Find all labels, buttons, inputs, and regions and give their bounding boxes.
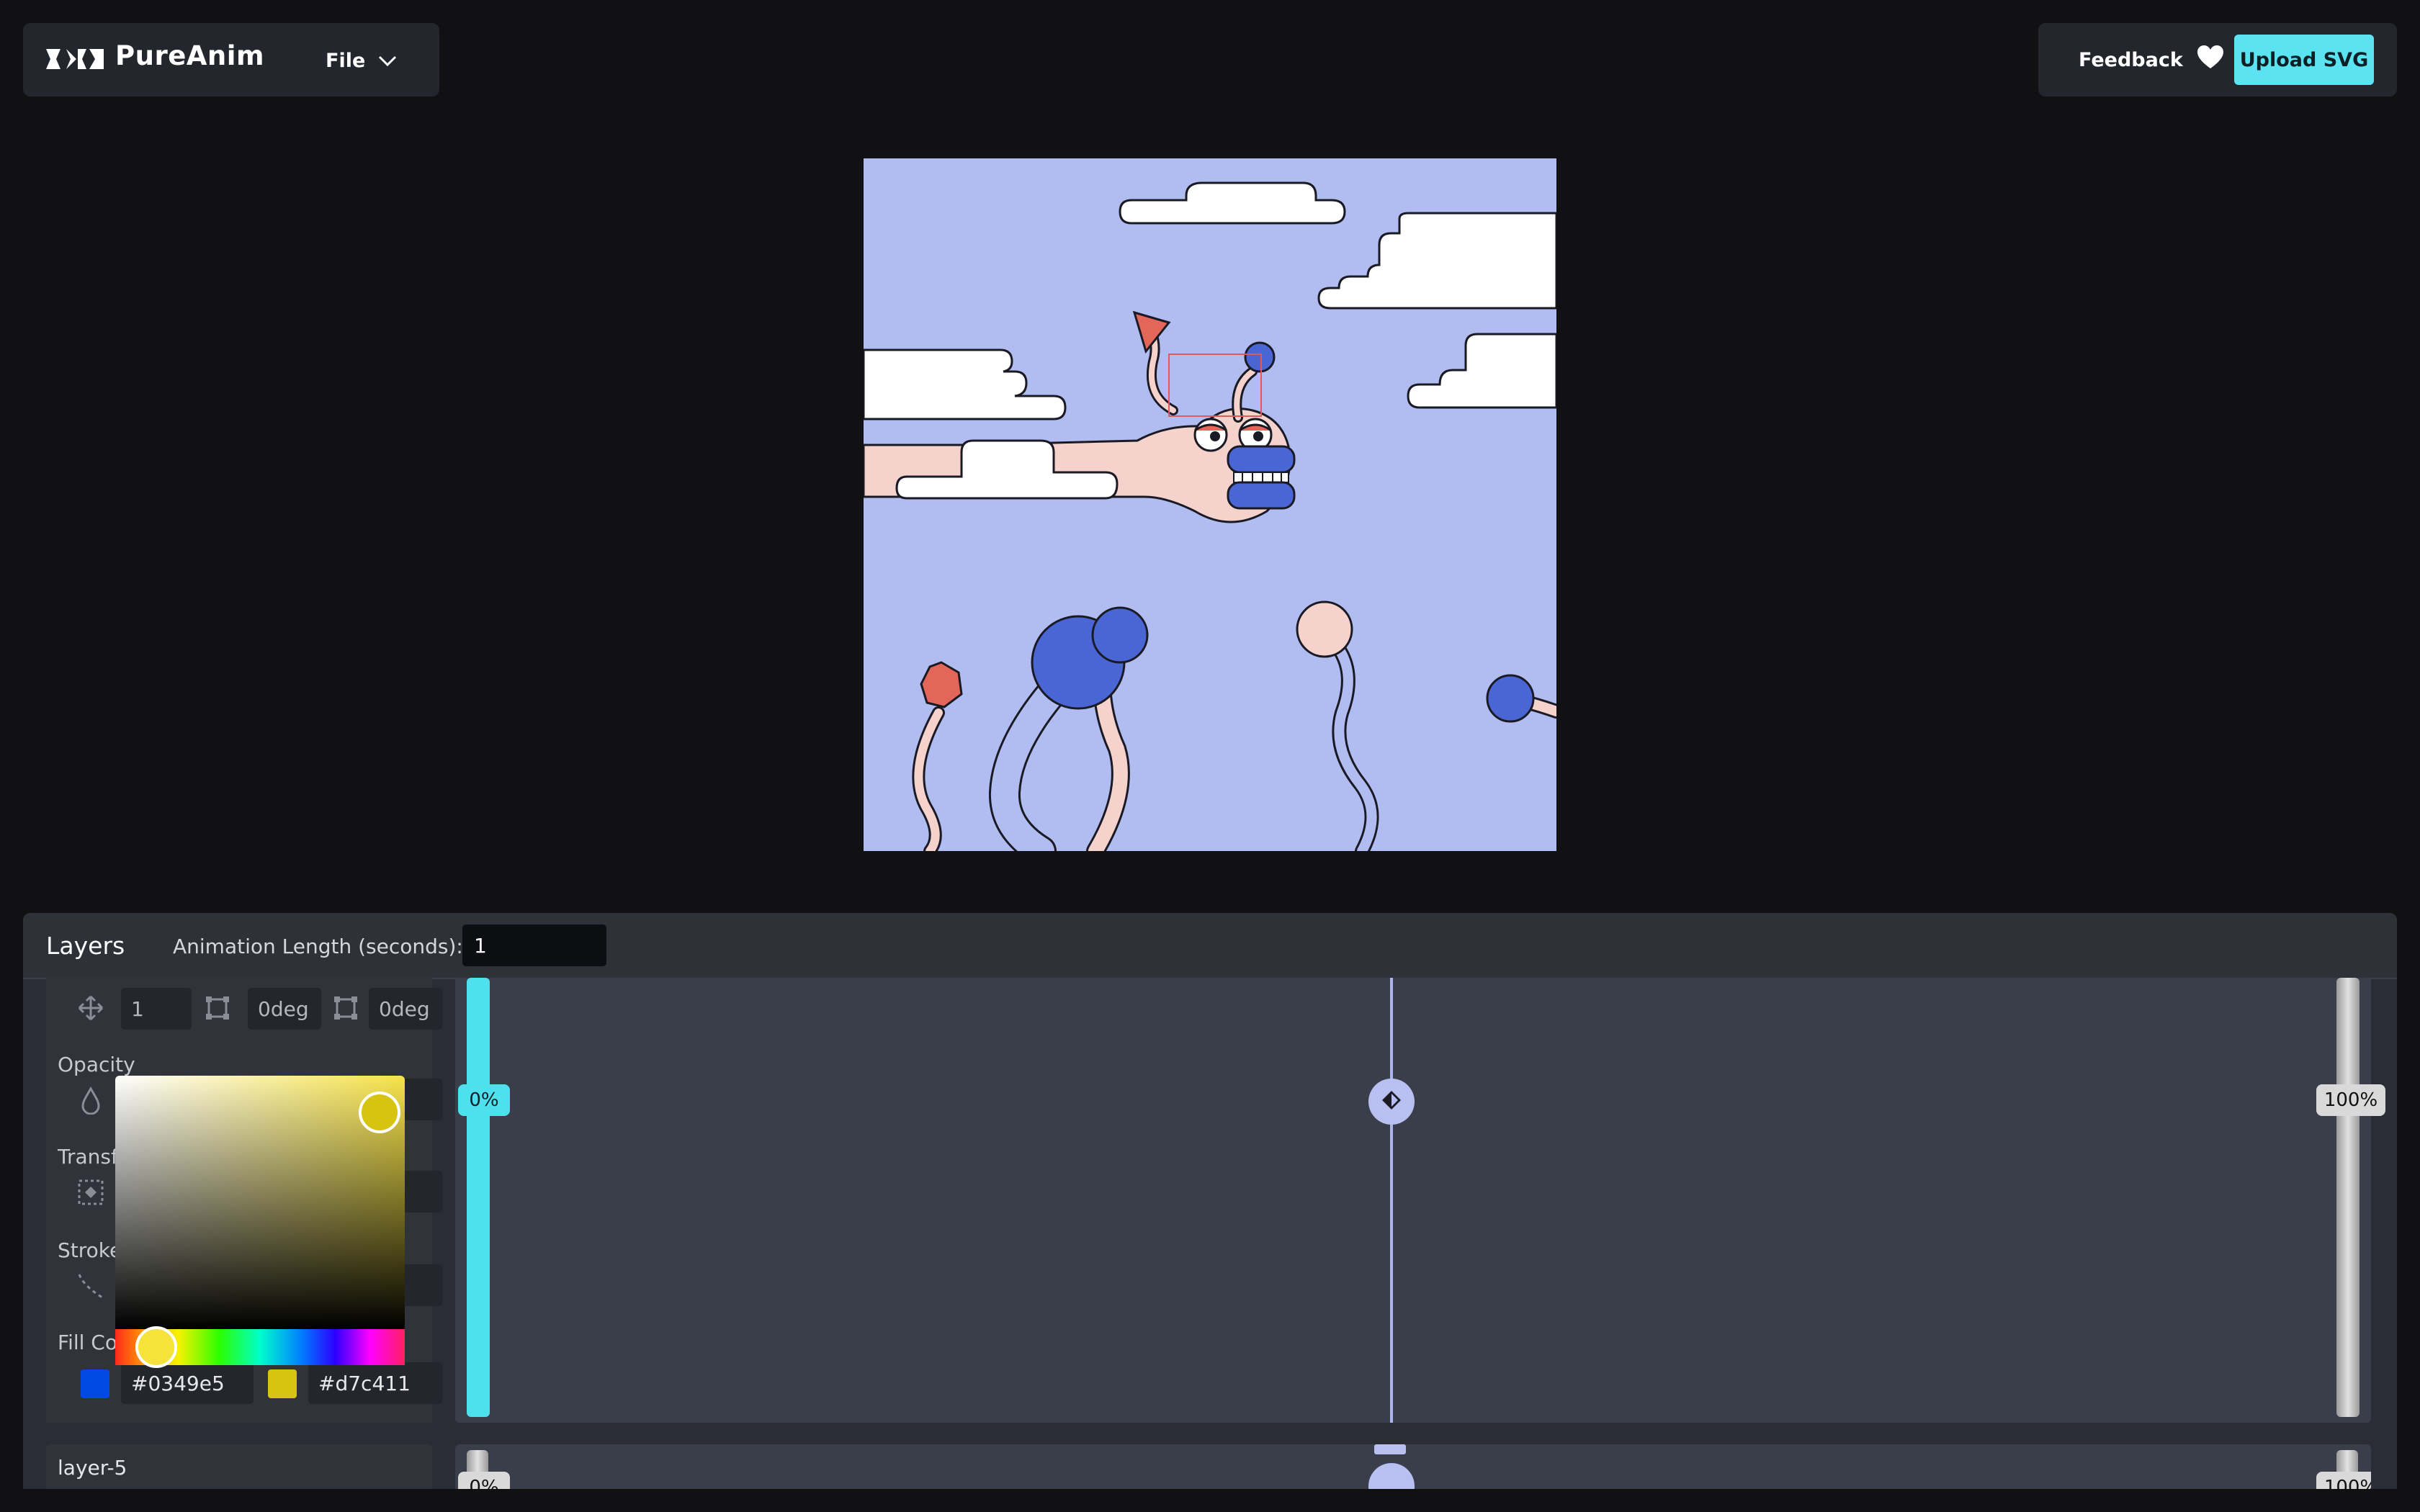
opacity-label: Opacity <box>58 1053 135 1076</box>
file-menu-label: File <box>326 49 366 72</box>
header-actions: Feedback Upload SVG <box>2038 23 2397 96</box>
heart-icon <box>2197 45 2223 75</box>
pureanim-logo-icon <box>45 48 105 73</box>
layer-start-label: 0% <box>458 1472 510 1489</box>
timeline-start-label: 0% <box>458 1084 510 1116</box>
feedback-label: Feedback <box>2079 48 2183 71</box>
layer-row[interactable]: layer-5 <box>46 1444 432 1489</box>
crosshair-icon <box>75 1176 107 1208</box>
layers-header: Layers Animation Length (seconds): 1 <box>23 913 2397 979</box>
droplet-icon <box>75 1084 107 1116</box>
fill-from-input[interactable]: #0349e5 <box>121 1362 254 1404</box>
timeline-track[interactable]: 0% 100% <box>455 978 2385 1423</box>
fill-to-input[interactable]: #d7c411 <box>308 1362 442 1404</box>
upload-svg-button[interactable]: Upload SVG <box>2234 35 2374 85</box>
stroke-path-icon <box>75 1270 107 1302</box>
timeline-end-handle[interactable] <box>2336 978 2360 1417</box>
keyframe-diamond-icon <box>1381 1089 1402 1114</box>
color-picker[interactable] <box>115 1076 405 1368</box>
animation-length-label: Animation Length (seconds): <box>173 935 463 958</box>
keyframe-line <box>1390 978 1393 1423</box>
fill-color-label: Fill Co <box>58 1331 117 1354</box>
chevron-down-icon <box>378 50 397 72</box>
fill-to-swatch[interactable] <box>268 1369 297 1398</box>
app-name: PureAnim <box>115 40 265 71</box>
layer-end-label: 100% <box>2316 1472 2371 1489</box>
layers-title: Layers <box>46 932 125 960</box>
feedback-button[interactable]: Feedback <box>2079 43 2223 76</box>
skew-x-input[interactable]: 0deg <box>248 988 321 1030</box>
saturation-knob[interactable] <box>359 1092 400 1133</box>
layer-keyframe-marker[interactable] <box>1368 1463 1415 1489</box>
stroke-label: Stroke <box>58 1238 122 1262</box>
file-menu[interactable]: File <box>326 45 397 76</box>
hue-knob[interactable] <box>135 1326 177 1368</box>
bounding-box-icon <box>202 992 233 1024</box>
keyframe-top-cap <box>1374 1444 1406 1454</box>
layer-timeline-track[interactable]: 0% 100% <box>455 1444 2371 1489</box>
layer-name: layer-5 <box>58 1456 127 1480</box>
skew-y-input[interactable]: 0deg <box>369 988 442 1030</box>
keyframe-marker[interactable] <box>1368 1079 1415 1125</box>
fill-from-swatch[interactable] <box>81 1369 109 1398</box>
animation-length-input[interactable]: 1 <box>462 924 606 966</box>
bounding-box-icon <box>330 992 362 1024</box>
move-arrows-icon <box>75 992 107 1024</box>
brand-panel: PureAnim File <box>23 23 439 96</box>
artwork-svg <box>864 158 1556 851</box>
timeline-end-label: 100% <box>2316 1084 2385 1116</box>
scale-input[interactable]: 1 <box>121 988 192 1030</box>
timeline-start-handle[interactable] <box>467 978 490 1417</box>
transform-origin-label: Transf <box>58 1145 118 1169</box>
animation-canvas[interactable] <box>864 158 1556 851</box>
